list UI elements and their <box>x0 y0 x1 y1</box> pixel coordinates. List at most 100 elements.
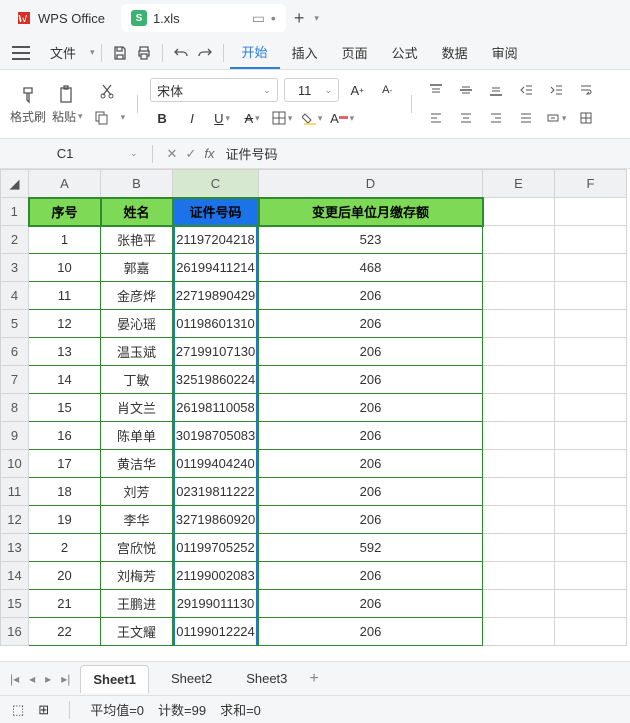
cell[interactable] <box>555 366 627 394</box>
cell[interactable]: 宫欣悦 <box>101 534 173 562</box>
cell[interactable]: 30198705083 <box>173 422 259 450</box>
accept-formula-icon[interactable]: ✓ <box>185 146 196 162</box>
add-sheet-button[interactable]: + <box>309 670 318 688</box>
cell[interactable]: 206 <box>259 366 483 394</box>
row-header[interactable]: 3 <box>1 254 29 282</box>
cell[interactable]: 2 <box>29 534 101 562</box>
cell[interactable]: 1 <box>29 226 101 254</box>
col-header-d[interactable]: D <box>259 170 483 198</box>
cell[interactable]: 晏沁瑶 <box>101 310 173 338</box>
cell[interactable]: 02319811222 <box>173 478 259 506</box>
wrap-text-icon[interactable] <box>574 78 598 102</box>
align-right-icon[interactable] <box>484 106 508 130</box>
underline-icon[interactable]: U▾ <box>210 106 234 130</box>
paste-dropdown-icon[interactable]: ▾ <box>78 111 83 122</box>
cell[interactable] <box>483 310 555 338</box>
cell[interactable]: 21197204218 <box>173 226 259 254</box>
align-center-icon[interactable] <box>454 106 478 130</box>
cell[interactable]: 206 <box>259 338 483 366</box>
cell[interactable] <box>555 226 627 254</box>
cell[interactable]: 12 <box>29 310 101 338</box>
cell[interactable]: 10 <box>29 254 101 282</box>
menu-file[interactable]: 文件 <box>38 37 88 68</box>
menu-tab-review[interactable]: 审阅 <box>480 37 530 68</box>
cell[interactable] <box>483 226 555 254</box>
cell[interactable]: 13 <box>29 338 101 366</box>
row-header[interactable]: 13 <box>1 534 29 562</box>
status-settings-icon[interactable]: ⊞ <box>38 702 49 718</box>
cell-reference-input[interactable] <box>10 143 120 164</box>
cell[interactable]: 26199411214 <box>173 254 259 282</box>
col-header-f[interactable]: F <box>555 170 627 198</box>
row-header[interactable]: 12 <box>1 506 29 534</box>
border-icon[interactable]: ▾ <box>270 106 294 130</box>
cell[interactable] <box>555 394 627 422</box>
cancel-formula-icon[interactable]: ✕ <box>167 146 178 162</box>
cell[interactable]: 丁敏 <box>101 366 173 394</box>
cell[interactable]: 29199011130 <box>173 590 259 618</box>
cell[interactable] <box>483 282 555 310</box>
strikethrough-icon[interactable]: A▾ <box>240 106 264 130</box>
cell[interactable]: 206 <box>259 478 483 506</box>
indent-decrease-icon[interactable] <box>514 78 538 102</box>
merge-cells-icon[interactable]: ▾ <box>544 106 568 130</box>
select-all-corner[interactable]: ◢ <box>1 170 29 198</box>
cell[interactable]: 206 <box>259 450 483 478</box>
cell[interactable] <box>555 254 627 282</box>
font-color-icon[interactable]: A▾ <box>330 106 354 130</box>
cell[interactable]: 李华 <box>101 506 173 534</box>
cell[interactable]: 黄洁华 <box>101 450 173 478</box>
cell[interactable] <box>555 422 627 450</box>
cell[interactable]: 14 <box>29 366 101 394</box>
sheet-nav-first-icon[interactable]: |◂ <box>10 672 19 686</box>
cell[interactable]: 01199404240 <box>173 450 259 478</box>
cell[interactable] <box>483 478 555 506</box>
cell[interactable] <box>483 618 555 646</box>
cell[interactable] <box>483 366 555 394</box>
copy-dropdown-icon[interactable]: ▾ <box>121 112 126 123</box>
cell[interactable]: 206 <box>259 506 483 534</box>
cell[interactable]: 16 <box>29 422 101 450</box>
fill-color-icon[interactable]: ▾ <box>300 106 324 130</box>
cell[interactable]: 22719890429 <box>173 282 259 310</box>
cell[interactable]: 温玉斌 <box>101 338 173 366</box>
sheet-nav-next-icon[interactable]: ▸ <box>45 672 51 686</box>
cell-ref-dropdown-icon[interactable]: ⌄ <box>130 148 138 159</box>
cell[interactable]: 王鹏进 <box>101 590 173 618</box>
align-middle-icon[interactable] <box>454 78 478 102</box>
status-mode-icon[interactable]: ⬚ <box>12 702 24 718</box>
row-header[interactable]: 9 <box>1 422 29 450</box>
cell[interactable]: 206 <box>259 590 483 618</box>
cell[interactable]: 11 <box>29 282 101 310</box>
cell[interactable] <box>555 310 627 338</box>
menu-tab-start[interactable]: 开始 <box>230 36 280 69</box>
hamburger-icon[interactable] <box>12 46 30 60</box>
cell[interactable] <box>483 198 555 226</box>
row-header[interactable]: 7 <box>1 366 29 394</box>
cell[interactable] <box>555 338 627 366</box>
cell[interactable]: 刘梅芳 <box>101 562 173 590</box>
cell[interactable]: 01199705252 <box>173 534 259 562</box>
bold-icon[interactable]: B <box>150 106 174 130</box>
cell[interactable]: 592 <box>259 534 483 562</box>
cell[interactable]: 15 <box>29 394 101 422</box>
row-header[interactable]: 5 <box>1 310 29 338</box>
cell[interactable]: 17 <box>29 450 101 478</box>
tab-menu-icon[interactable]: ▭ <box>252 10 265 27</box>
cell[interactable]: 21 <box>29 590 101 618</box>
cell[interactable] <box>555 534 627 562</box>
undo-icon[interactable] <box>169 41 193 65</box>
menu-tab-formula[interactable]: 公式 <box>380 37 430 68</box>
row-header[interactable]: 8 <box>1 394 29 422</box>
row-header[interactable]: 16 <box>1 618 29 646</box>
cell[interactable]: 刘芳 <box>101 478 173 506</box>
paste-group[interactable]: 粘贴▾ <box>52 84 83 125</box>
header-cell[interactable]: 序号 <box>29 198 101 226</box>
cell[interactable]: 01199012224 <box>173 618 259 646</box>
copy-icon[interactable] <box>89 105 113 129</box>
row-header[interactable]: 14 <box>1 562 29 590</box>
redo-icon[interactable] <box>193 41 217 65</box>
cell[interactable] <box>483 590 555 618</box>
align-left-icon[interactable] <box>424 106 448 130</box>
cell[interactable]: 22 <box>29 618 101 646</box>
